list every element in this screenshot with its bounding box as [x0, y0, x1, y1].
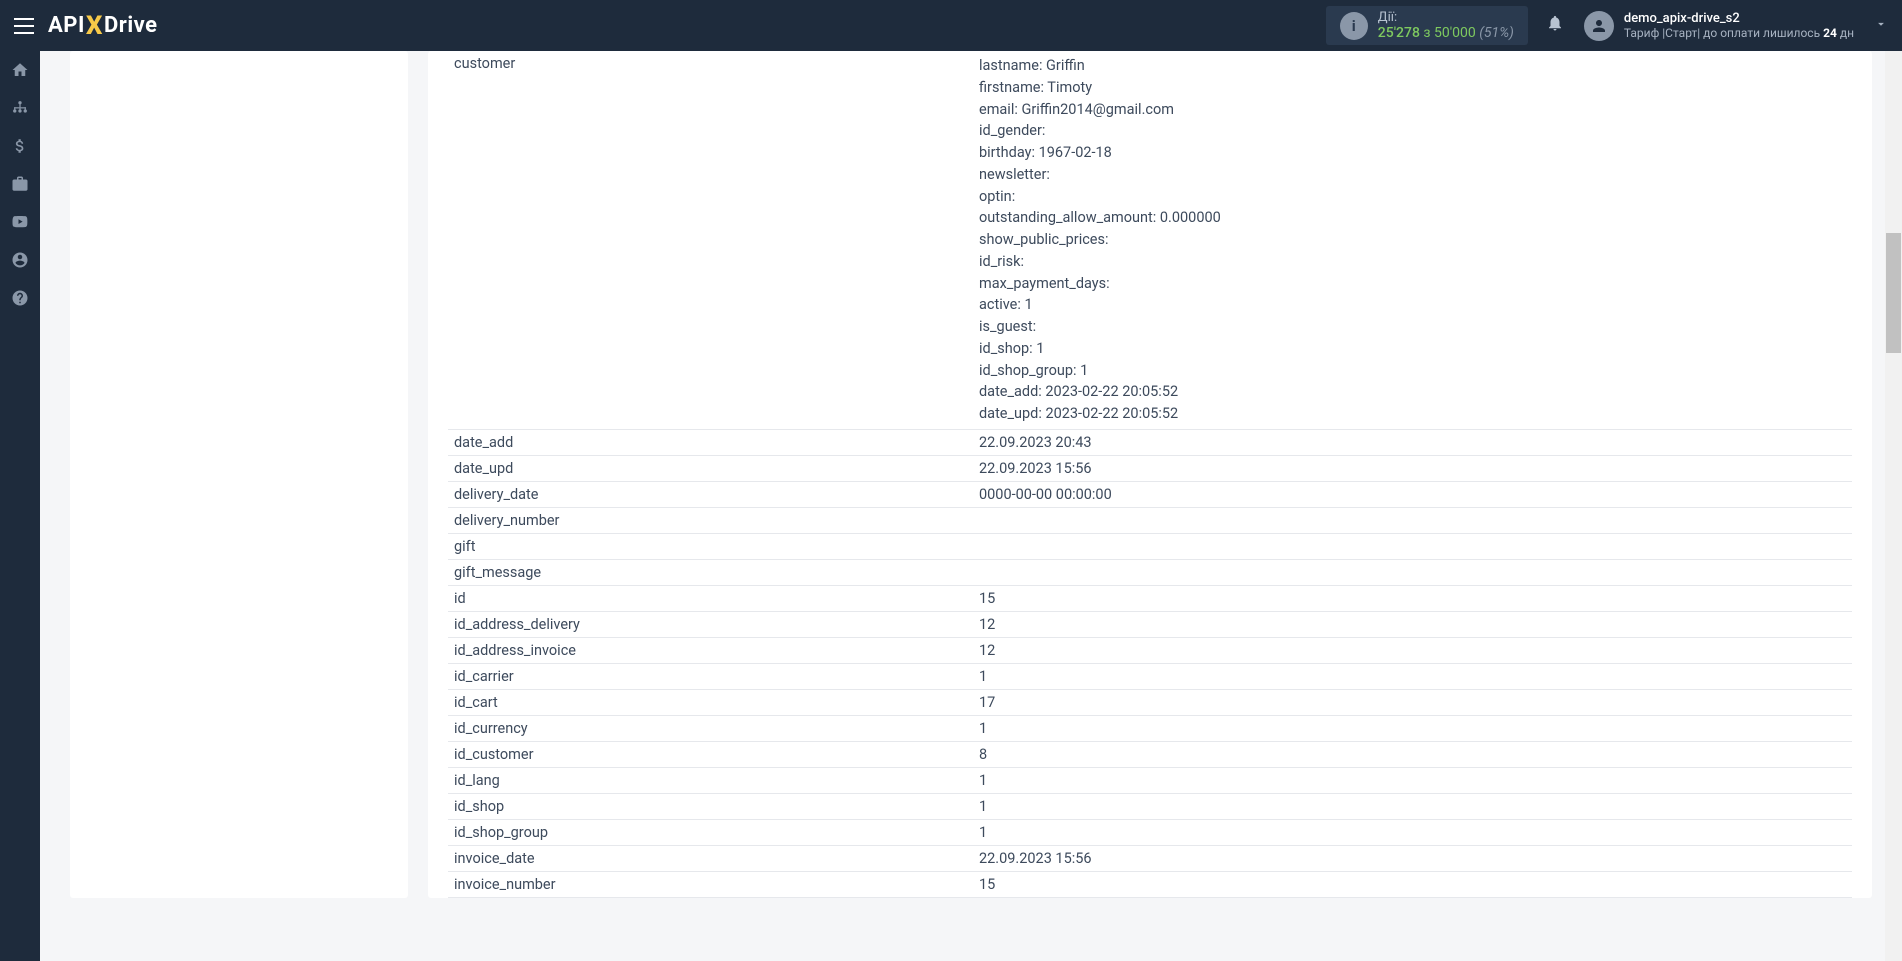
field-value: 1 [973, 663, 1852, 689]
info-icon: i [1340, 12, 1368, 40]
field-value: lastname: Griffinfirstname: Timotyemail:… [973, 51, 1852, 429]
field-key: id [448, 585, 973, 611]
field-value: 17 [973, 689, 1852, 715]
field-value: 1 [973, 819, 1852, 845]
field-key: gift_message [448, 559, 973, 585]
app-header: APIXDrive i Дії: 25'278 з 50'000 (51%) d… [0, 0, 1902, 51]
sidebar-item-home[interactable] [0, 51, 40, 89]
table-row: date_add22.09.2023 20:43 [448, 429, 1852, 455]
left-panel [70, 51, 408, 898]
table-row: id_carrier1 [448, 663, 1852, 689]
field-value [973, 533, 1852, 559]
field-value: 15 [973, 871, 1852, 897]
field-key: invoice_number [448, 871, 973, 897]
field-key: delivery_number [448, 507, 973, 533]
field-key: id_shop [448, 793, 973, 819]
data-table: customerlastname: Griffinfirstname: Timo… [448, 51, 1852, 898]
logo-text-drive: Drive [104, 13, 158, 38]
sidebar-item-briefcase[interactable] [0, 165, 40, 203]
page-scrollbar[interactable] [1885, 51, 1902, 961]
field-key: date_upd [448, 455, 973, 481]
field-key: id_currency [448, 715, 973, 741]
field-value [973, 559, 1852, 585]
logo-text-api: API [48, 13, 85, 38]
field-key: id_customer [448, 741, 973, 767]
field-key: delivery_date [448, 481, 973, 507]
table-row: delivery_date0000-00-00 00:00:00 [448, 481, 1852, 507]
field-key: id_address_invoice [448, 637, 973, 663]
right-panel: customerlastname: Griffinfirstname: Timo… [428, 51, 1872, 898]
user-menu[interactable]: demo_apix-drive_s2 Тариф |Старт| до опла… [1584, 11, 1888, 41]
menu-toggle-button[interactable] [14, 18, 34, 34]
field-key: gift [448, 533, 973, 559]
sidebar [0, 51, 40, 961]
field-value: 1 [973, 715, 1852, 741]
table-row: id_customer8 [448, 741, 1852, 767]
field-key: customer [448, 51, 973, 429]
table-row: invoice_number15 [448, 871, 1852, 897]
scrollbar-thumb[interactable] [1886, 233, 1901, 353]
table-row: delivery_number [448, 507, 1852, 533]
field-key: id_cart [448, 689, 973, 715]
table-row: id_cart17 [448, 689, 1852, 715]
avatar-icon [1584, 11, 1614, 41]
actions-nums: 25'278 з 50'000 (51%) [1378, 25, 1514, 41]
user-plan: Тариф |Старт| до оплати лишилось 24 дн [1624, 26, 1854, 40]
field-value: 22.09.2023 15:56 [973, 455, 1852, 481]
actions-counter[interactable]: i Дії: 25'278 з 50'000 (51%) [1326, 6, 1528, 45]
main-content: customerlastname: Griffinfirstname: Timo… [40, 51, 1902, 898]
field-key: id_lang [448, 767, 973, 793]
field-value: 15 [973, 585, 1852, 611]
table-row: id_shop_group1 [448, 819, 1852, 845]
notifications-button[interactable] [1546, 14, 1564, 37]
field-value: 1 [973, 767, 1852, 793]
field-value: 12 [973, 611, 1852, 637]
field-value: 8 [973, 741, 1852, 767]
table-row: gift_message [448, 559, 1852, 585]
table-row: id_address_delivery12 [448, 611, 1852, 637]
field-key: id_shop_group [448, 819, 973, 845]
table-row: id_address_invoice12 [448, 637, 1852, 663]
actions-label: Дії: [1378, 10, 1514, 25]
field-value: 12 [973, 637, 1852, 663]
app-logo[interactable]: APIXDrive [48, 11, 158, 41]
field-value: 1 [973, 793, 1852, 819]
field-value: 22.09.2023 20:43 [973, 429, 1852, 455]
field-key: id_carrier [448, 663, 973, 689]
field-value [973, 507, 1852, 533]
table-row: id_currency1 [448, 715, 1852, 741]
table-row: id_shop1 [448, 793, 1852, 819]
chevron-down-icon [1874, 17, 1888, 35]
table-row: gift [448, 533, 1852, 559]
user-name: demo_apix-drive_s2 [1624, 11, 1854, 26]
sidebar-item-video[interactable] [0, 203, 40, 241]
table-row: id_lang1 [448, 767, 1852, 793]
sidebar-item-billing[interactable] [0, 127, 40, 165]
user-info: demo_apix-drive_s2 Тариф |Старт| до опла… [1624, 11, 1854, 40]
sidebar-item-connections[interactable] [0, 89, 40, 127]
sidebar-item-help[interactable] [0, 279, 40, 317]
table-row: customerlastname: Griffinfirstname: Timo… [448, 51, 1852, 429]
field-key: id_address_delivery [448, 611, 973, 637]
sidebar-item-account[interactable] [0, 241, 40, 279]
field-key: invoice_date [448, 845, 973, 871]
table-row: id15 [448, 585, 1852, 611]
logo-text-x: X [86, 11, 103, 41]
table-row: date_upd22.09.2023 15:56 [448, 455, 1852, 481]
field-key: date_add [448, 429, 973, 455]
field-value: 22.09.2023 15:56 [973, 845, 1852, 871]
field-value: 0000-00-00 00:00:00 [973, 481, 1852, 507]
table-row: invoice_date22.09.2023 15:56 [448, 845, 1852, 871]
